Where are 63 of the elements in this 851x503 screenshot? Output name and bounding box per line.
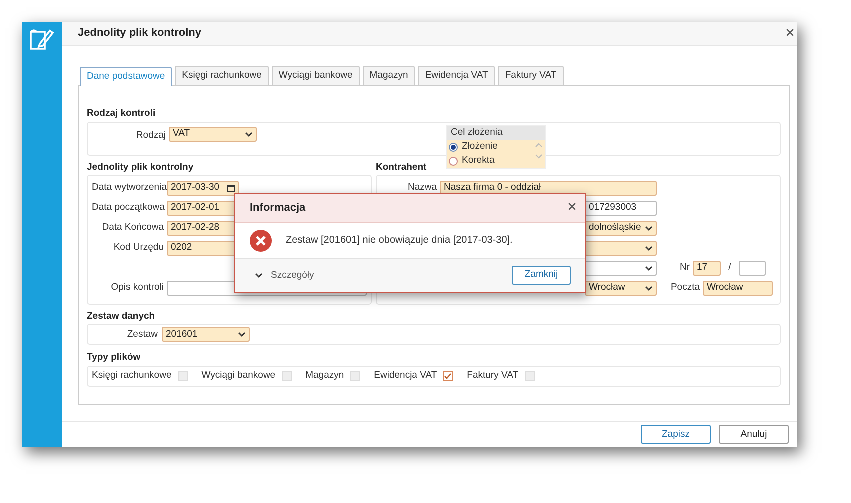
tab[interactable]: Dane podstawowe	[80, 67, 172, 86]
field-label: Nr	[678, 260, 690, 275]
radio-button[interactable]	[449, 156, 458, 166]
radio-button[interactable]	[449, 142, 458, 152]
section-heading: Rodzaj kontroli	[87, 108, 157, 120]
section-heading: Kontrahent	[376, 162, 428, 174]
checkbox-label: Magazyn	[306, 369, 344, 384]
section-heading: Typy plików	[87, 352, 142, 364]
select-field[interactable]: 201601	[162, 327, 250, 342]
tab[interactable]: Magazyn	[362, 66, 416, 86]
checkbox-label: Ewidencja VAT	[374, 369, 438, 384]
error-icon	[250, 230, 272, 252]
field-label: Rodzaj	[135, 128, 166, 143]
close-button[interactable]: Zamknij	[512, 266, 571, 285]
checkbox-label: Faktury VAT	[467, 369, 519, 384]
dialog-message: Zestaw [201601] nie obowiązuje dnia [2017-03-30].	[286, 234, 513, 248]
caret-icon	[245, 132, 253, 137]
field-label: Data początkowa	[92, 200, 164, 215]
field-label: Kod Urzędu	[112, 240, 164, 255]
field-label: Nazwa	[406, 180, 437, 195]
field-label: Poczta	[670, 280, 700, 295]
input-field[interactable]: 017293003	[585, 200, 657, 216]
select-field[interactable]: dolnośląskie	[585, 220, 657, 236]
close-button[interactable]: ×	[566, 200, 579, 216]
details-toggle[interactable]: Szczegóły	[253, 270, 316, 280]
document-pen-icon	[28, 28, 56, 52]
select-field[interactable]	[585, 260, 657, 276]
tab[interactable]: Faktury VAT	[498, 66, 564, 86]
checkbox[interactable]	[443, 371, 454, 382]
option-label: Korekta	[462, 154, 495, 168]
select-field[interactable]: VAT	[169, 126, 257, 142]
input-field[interactable]	[739, 260, 766, 276]
caret-icon	[645, 246, 653, 251]
group-label: Cel złożenia	[447, 126, 545, 140]
input-field[interactable]: Nasza firma 0 - oddział	[440, 180, 657, 196]
separator-text: /	[728, 260, 732, 275]
caret-icon	[645, 266, 653, 271]
field-label: Data Końcowa	[101, 220, 164, 235]
select-field[interactable]: Wrocław	[585, 280, 657, 296]
cancel-button[interactable]: Anuluj	[719, 425, 789, 444]
checkbox-label: Wyciągi bankowe	[202, 369, 276, 384]
caret-icon	[645, 226, 653, 231]
window-title: Jednolity plik kontrolny	[78, 26, 202, 42]
field-label: Opis kontroli	[110, 280, 164, 295]
tab[interactable]: Ewidencja VAT	[418, 66, 496, 86]
section-heading: Zestaw danych	[87, 311, 156, 322]
caret-icon	[238, 332, 246, 338]
input-field[interactable]: 2017-03-30	[167, 180, 239, 196]
input-field[interactable]: Wrocław	[703, 280, 773, 296]
tab[interactable]: Księgi rachunkowe	[175, 66, 269, 86]
option-label: Złożenie	[462, 140, 498, 154]
caret-icon	[645, 286, 653, 291]
input-field[interactable]: 17	[693, 260, 721, 276]
section-heading: Jednolity plik kontrolny	[87, 162, 195, 174]
tab[interactable]: Wyciągi bankowe	[272, 66, 360, 86]
checkbox-label: Księgi rachunkowe	[92, 369, 172, 384]
field-label: Zestaw	[126, 328, 158, 342]
close-button[interactable]: ×	[784, 26, 797, 42]
calendar-icon[interactable]	[227, 184, 235, 192]
save-button[interactable]: Zapisz	[641, 425, 711, 444]
select-field[interactable]	[585, 240, 657, 256]
caret-icon	[255, 273, 263, 278]
dialog-title: Informacja	[250, 200, 306, 216]
